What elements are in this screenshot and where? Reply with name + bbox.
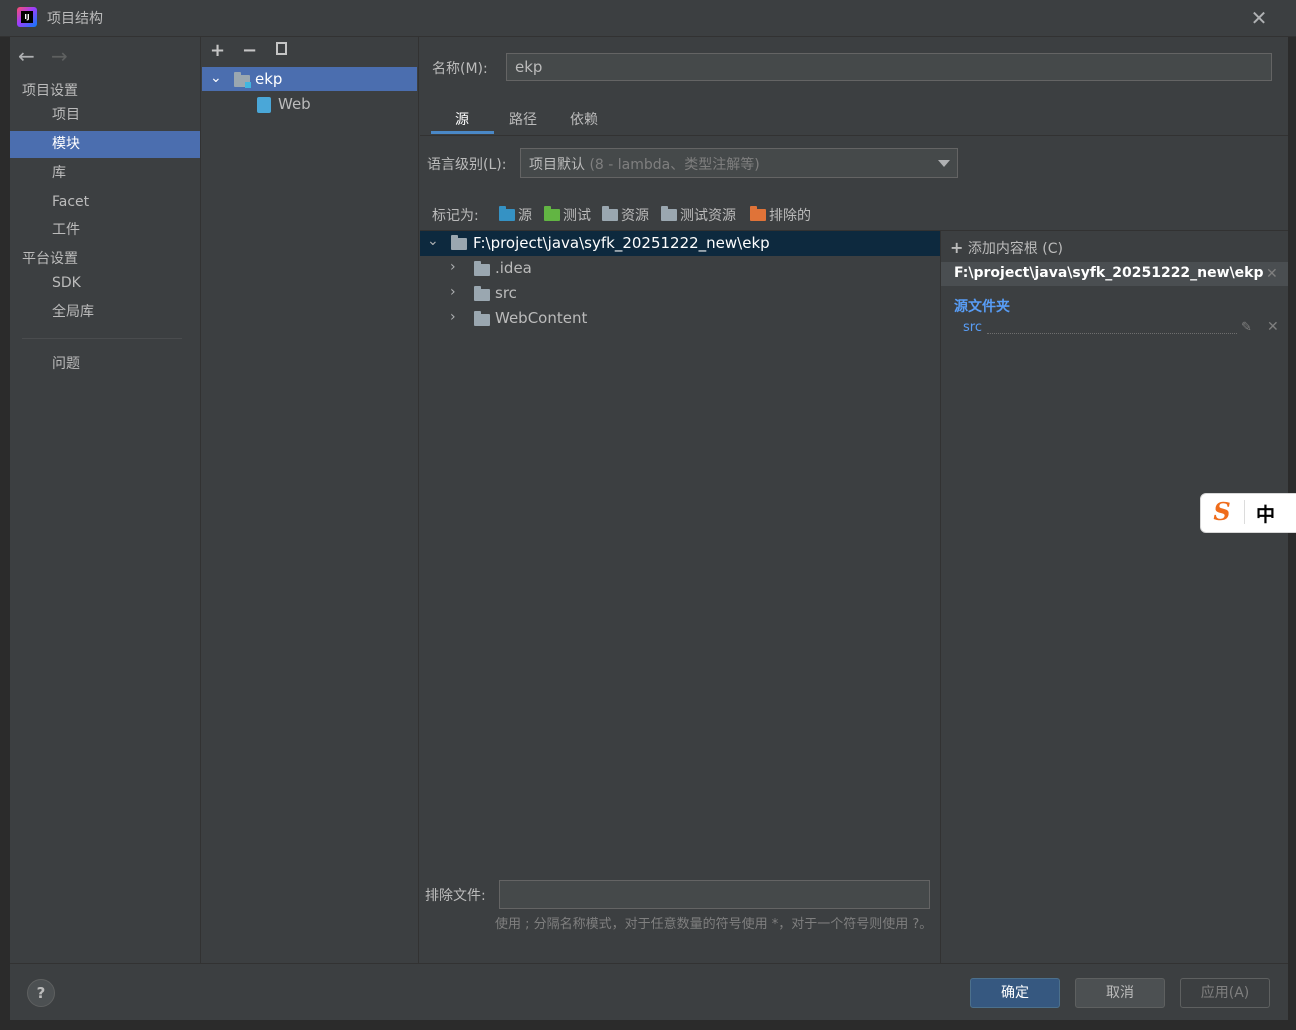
test-resources-folder-icon: [661, 206, 677, 221]
mark-as-resources-button[interactable]: 资源: [602, 205, 649, 225]
dropdown-arrow-icon[interactable]: [938, 160, 950, 167]
ime-divider: [1244, 500, 1245, 524]
folder-icon: [451, 235, 467, 250]
background-ide-bottom-edge: [0, 1020, 1296, 1030]
edit-pencil-icon[interactable]: ✎: [1241, 320, 1252, 335]
source-folders-header: 源文件夹: [954, 299, 1010, 315]
sogou-logo-icon: S: [1213, 497, 1231, 526]
file-tree: [420, 231, 941, 963]
nav-item-global-libraries[interactable]: 全局库: [10, 299, 200, 326]
chevron-right-icon[interactable]: ›: [450, 309, 456, 325]
tab-dependencies[interactable]: 依赖: [570, 109, 598, 129]
active-tab-indicator: [431, 131, 494, 134]
tree-row-idea[interactable]: .idea: [495, 259, 532, 277]
background-ide-left-edge: [0, 0, 10, 1030]
ok-button[interactable]: 确定: [970, 978, 1060, 1008]
help-button[interactable]: ?: [27, 979, 55, 1007]
forward-arrow-icon[interactable]: →: [51, 44, 68, 68]
chevron-right-icon[interactable]: ›: [450, 259, 456, 275]
module-badge-icon: [245, 82, 251, 88]
add-icon[interactable]: +: [210, 40, 225, 61]
modules-panel: [201, 37, 419, 963]
nav-item-facet[interactable]: Facet: [10, 189, 200, 216]
tree-row-src[interactable]: src: [495, 284, 517, 302]
chevron-right-icon[interactable]: ›: [450, 284, 456, 300]
folder-icon: [474, 311, 490, 326]
cancel-button[interactable]: 取消: [1075, 978, 1165, 1008]
mark-as-sources-button[interactable]: 源: [499, 205, 532, 225]
ime-language-toggle[interactable]: 中: [1256, 500, 1275, 527]
mark-as-tests-button[interactable]: 测试: [544, 205, 591, 225]
chevron-down-icon[interactable]: ⌄: [427, 233, 439, 249]
add-content-root-button[interactable]: + 添加内容根 (C): [950, 238, 1063, 258]
folder-icon: [474, 286, 490, 301]
nav-item-artifacts[interactable]: 工件: [10, 217, 200, 244]
nav-item-project[interactable]: 项目: [10, 102, 200, 129]
dotted-leader: [987, 333, 1237, 334]
footer-divider: [10, 963, 1288, 964]
tabs-divider: [420, 135, 1288, 136]
mark-as-excluded-button[interactable]: 排除的: [750, 205, 811, 225]
close-icon[interactable]: ✕: [1246, 6, 1272, 30]
module-name-input[interactable]: [506, 53, 1272, 81]
close-icon[interactable]: ✕: [1266, 266, 1278, 282]
close-icon[interactable]: ✕: [1267, 319, 1279, 335]
copy-icon[interactable]: [276, 42, 287, 55]
nav-item-modules[interactable]: 模块: [10, 131, 200, 158]
content-root-path: F:\project\java\syfk_20251222_new\ekp: [954, 265, 1264, 281]
title-bar: [0, 0, 1296, 37]
exclude-files-input[interactable]: [499, 880, 930, 909]
chevron-down-icon[interactable]: ⌄: [210, 70, 222, 86]
nav-divider: [22, 338, 182, 339]
remove-icon[interactable]: −: [242, 40, 257, 61]
web-facet-icon: [257, 97, 271, 113]
excluded-folder-icon: [750, 206, 766, 221]
nav-header-platform-settings: 平台设置: [22, 251, 78, 267]
language-level-value: 项目默认 (8 - lambda、类型注解等): [529, 157, 760, 173]
facet-name-web[interactable]: Web: [278, 95, 311, 113]
folder-icon: [474, 261, 490, 276]
module-name-ekp: ekp: [255, 70, 283, 88]
content-roots-panel: [941, 231, 1288, 963]
nav-item-sdk[interactable]: SDK: [10, 270, 200, 297]
nav-item-problems[interactable]: 问题: [10, 351, 200, 378]
source-folder-entry[interactable]: src: [963, 320, 982, 335]
tab-paths[interactable]: 路径: [509, 109, 537, 129]
nav-item-libraries[interactable]: 库: [10, 160, 200, 187]
apply-button[interactable]: 应用(A): [1180, 978, 1270, 1008]
back-arrow-icon[interactable]: ←: [18, 44, 35, 68]
intellij-app-icon: IJ: [17, 7, 37, 27]
exclude-files-label: 排除文件:: [425, 888, 486, 904]
tree-root-path: F:\project\java\syfk_20251222_new\ekp: [473, 234, 770, 252]
name-label: 名称(M):: [432, 61, 488, 77]
resources-folder-icon: [602, 206, 618, 221]
language-level-label: 语言级别(L):: [427, 157, 507, 173]
window-title: 项目结构: [47, 11, 103, 27]
sources-folder-icon: [499, 206, 515, 221]
tab-sources[interactable]: 源: [455, 109, 469, 129]
add-icon: +: [950, 238, 964, 257]
tests-folder-icon: [544, 206, 560, 221]
nav-header-project-settings: 项目设置: [22, 83, 78, 99]
mark-as-test-resources-button[interactable]: 测试资源: [661, 205, 736, 225]
exclude-files-hint: 使用 ; 分隔名称模式，对于任意数量的符号使用 *，对于一个符号则使用 ?。: [495, 917, 933, 932]
mark-as-label: 标记为:: [432, 208, 479, 224]
tree-row-webcontent[interactable]: WebContent: [495, 309, 587, 327]
